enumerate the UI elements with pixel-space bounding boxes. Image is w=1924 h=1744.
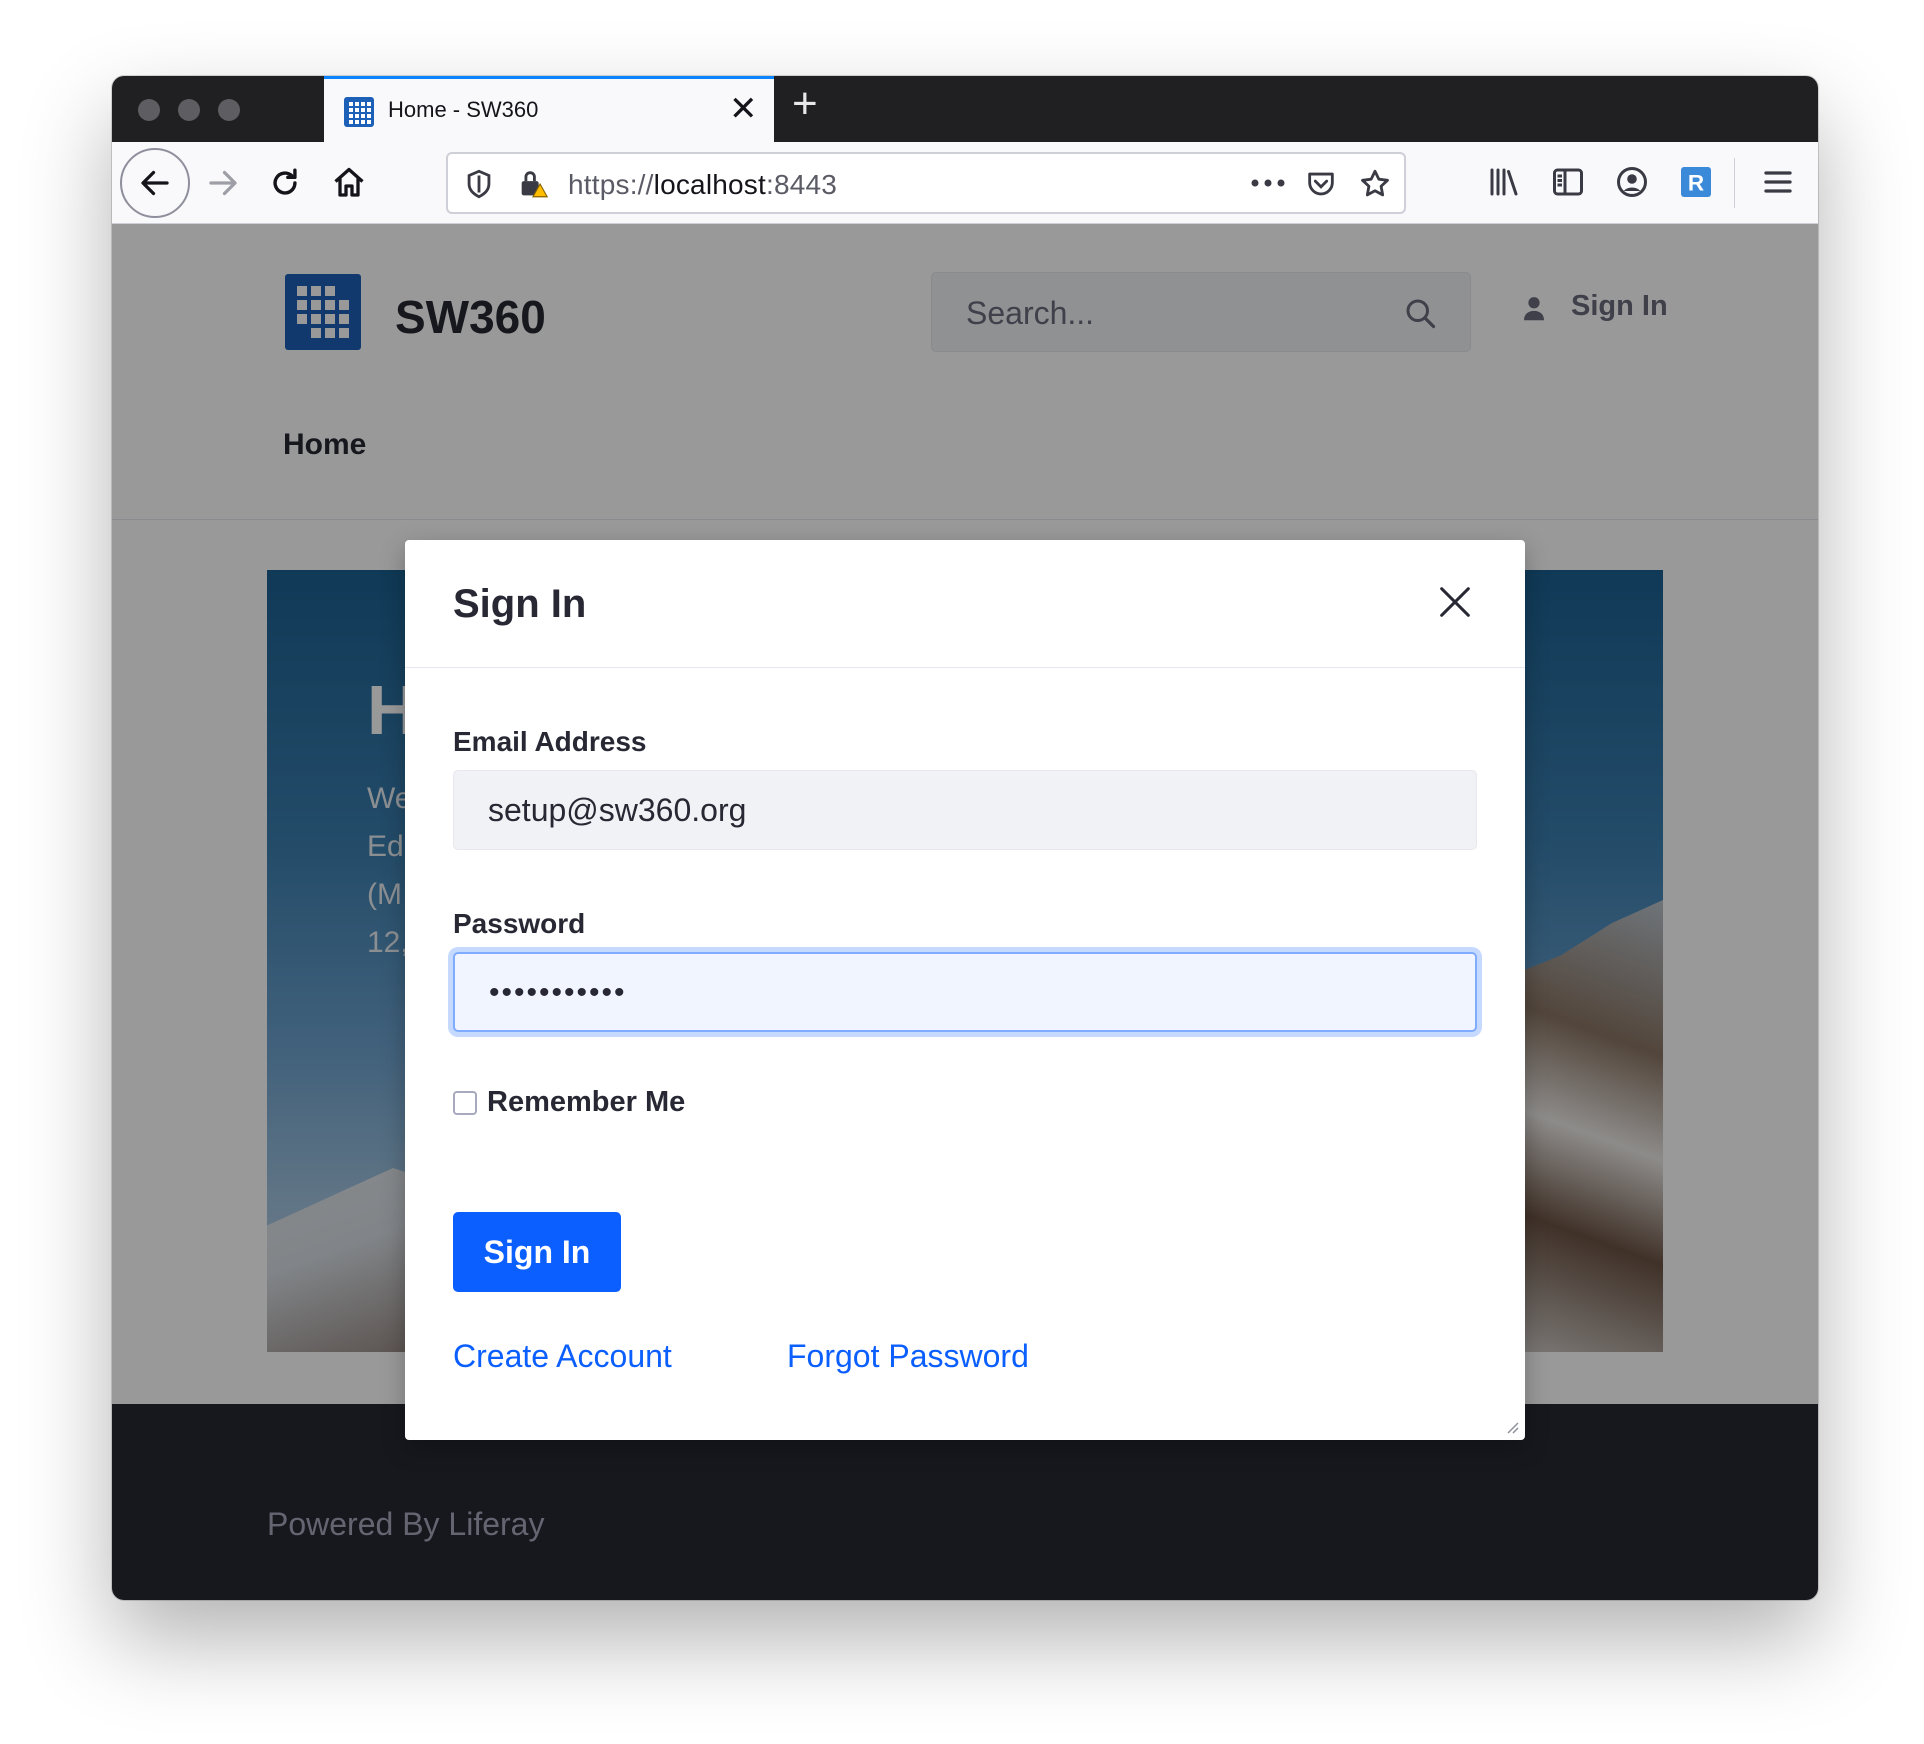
reload-button[interactable]: [258, 156, 312, 210]
sign-in-button[interactable]: Sign In: [453, 1212, 621, 1292]
resize-grip-icon[interactable]: [1503, 1418, 1519, 1434]
new-tab-button[interactable]: +: [792, 82, 818, 126]
modal-close-icon[interactable]: [1435, 582, 1475, 622]
arrow-right-icon: [209, 170, 237, 196]
hamburger-menu-icon[interactable]: [1760, 164, 1796, 200]
home-icon: [334, 167, 364, 197]
navigation-toolbar: https://localhost:8443 R: [112, 142, 1818, 224]
url-bar[interactable]: https://localhost:8443: [446, 152, 1406, 214]
url-text[interactable]: https://localhost:8443: [568, 169, 837, 201]
window-zoom-dot[interactable]: [218, 99, 240, 121]
sign-in-modal: Sign In Email Address setup@sw360.org Pa…: [405, 540, 1525, 1440]
arrow-left-icon: [141, 170, 169, 196]
create-account-link[interactable]: Create Account: [453, 1338, 672, 1375]
tab-strip: Home - SW360 ✕ +: [112, 76, 1818, 142]
email-field[interactable]: setup@sw360.org: [453, 770, 1477, 850]
forward-button[interactable]: [196, 156, 250, 210]
svg-text:R: R: [1688, 170, 1704, 195]
modal-title: Sign In: [453, 582, 587, 626]
window-minimize-dot[interactable]: [178, 99, 200, 121]
password-field[interactable]: •••••••••••: [453, 952, 1477, 1032]
remember-me-checkbox[interactable]: Remember Me: [453, 1086, 685, 1119]
forgot-password-link[interactable]: Forgot Password: [787, 1338, 1029, 1375]
tracking-shield-icon[interactable]: [462, 167, 496, 201]
toolbar-divider: [1734, 158, 1735, 208]
home-button[interactable]: [322, 156, 376, 210]
tab-title: Home - SW360: [388, 97, 539, 122]
page-actions-icon[interactable]: [1248, 176, 1288, 190]
modal-header: Sign In: [405, 540, 1525, 668]
page-content: SW360 Search... Sign In Home H We Ed (M …: [112, 224, 1818, 1600]
password-label: Password: [453, 908, 586, 939]
account-icon[interactable]: [1614, 164, 1650, 200]
pocket-icon[interactable]: [1304, 167, 1338, 201]
window-close-dot[interactable]: [138, 99, 160, 121]
tab-home[interactable]: Home - SW360 ✕: [324, 76, 774, 142]
insecure-lock-icon[interactable]: [516, 167, 550, 201]
tab-close-icon[interactable]: ✕: [729, 92, 758, 126]
browser-window: Home - SW360 ✕ + https://localhost:8443 …: [112, 76, 1818, 1600]
bookmark-star-icon[interactable]: [1358, 167, 1392, 201]
sw360-favicon-icon: [344, 97, 374, 127]
library-icon[interactable]: [1486, 164, 1522, 200]
reload-icon: [273, 168, 297, 195]
extension-r-icon[interactable]: R: [1678, 164, 1714, 200]
remember-me-label[interactable]: Remember Me: [487, 1086, 685, 1119]
back-button[interactable]: [120, 148, 190, 218]
checkbox-box[interactable]: [453, 1090, 477, 1115]
sidebar-icon[interactable]: [1550, 164, 1586, 200]
email-label: Email Address: [453, 726, 647, 757]
